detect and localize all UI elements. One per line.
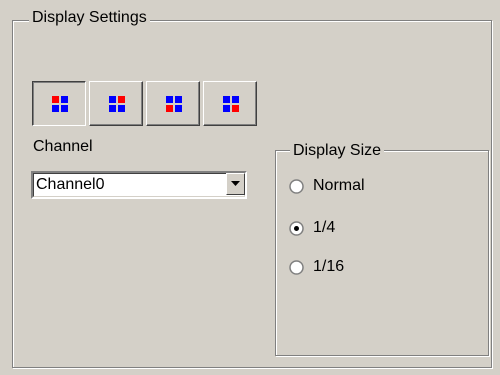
radio-button-icon xyxy=(289,179,304,194)
layout-button-4[interactable] xyxy=(203,81,257,126)
radio-quarter-label: 1/4 xyxy=(313,219,336,236)
dropdown-arrow-icon xyxy=(231,181,240,186)
radio-normal[interactable]: Normal xyxy=(289,176,469,196)
layout-button-2[interactable] xyxy=(89,81,143,126)
quad-layout-icon xyxy=(166,96,182,112)
display-settings-title: Display Settings xyxy=(29,9,150,27)
display-size-title: Display Size xyxy=(290,142,385,160)
radio-button-icon xyxy=(289,260,304,275)
radio-quarter[interactable]: 1/4 xyxy=(289,218,469,238)
layout-button-1[interactable] xyxy=(32,81,86,126)
channel-combobox[interactable]: Channel0 xyxy=(31,171,247,199)
channel-selected-value: Channel0 xyxy=(36,176,105,193)
quad-layout-icon xyxy=(109,96,125,112)
quad-layout-icon xyxy=(52,96,68,112)
radio-button-icon xyxy=(289,221,304,236)
dropdown-button[interactable] xyxy=(226,173,245,195)
radio-normal-label: Normal xyxy=(313,177,365,194)
layout-button-3[interactable] xyxy=(146,81,200,126)
radio-sixteenth[interactable]: 1/16 xyxy=(289,257,469,277)
radio-sixteenth-label: 1/16 xyxy=(313,258,345,275)
channel-label: Channel xyxy=(33,138,93,155)
quad-layout-icon xyxy=(223,96,239,112)
